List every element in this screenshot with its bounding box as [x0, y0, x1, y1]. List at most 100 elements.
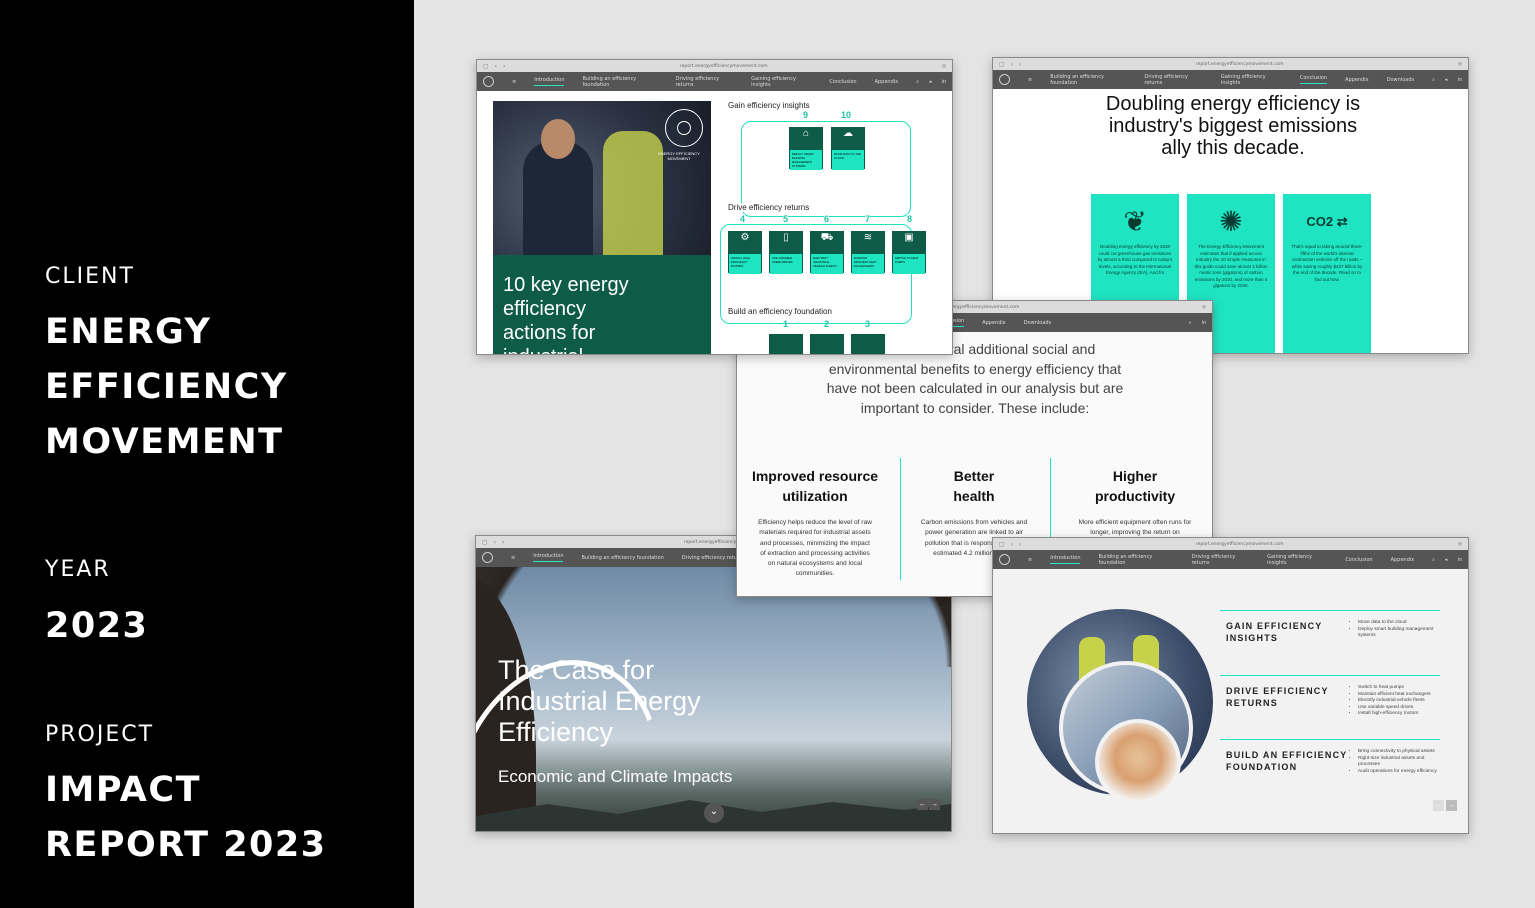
site-nav: ≡ Introduction Building an efficiency fo… — [477, 72, 952, 91]
benefit-title: Better health — [953, 468, 995, 504]
nav-introduction[interactable]: Introduction — [534, 77, 565, 86]
share-icon[interactable]: ◂ — [929, 79, 932, 85]
nav-appendix[interactable]: Appendix — [875, 79, 899, 85]
step-number: 9 — [803, 110, 809, 120]
address-bar[interactable]: report.energyefficiencymovement.com — [511, 64, 936, 69]
nav-insights[interactable]: Gaining efficiency insights — [1221, 74, 1282, 86]
linkedin-icon[interactable]: in — [1457, 557, 1462, 563]
action-card-label: MAINTAIN EFFICIENT HEAT EXCHANGERS — [852, 254, 884, 274]
nav-foundation[interactable]: Building an efficiency foundation — [1050, 74, 1126, 86]
nav-returns[interactable]: Driving efficiency returns — [1192, 554, 1250, 566]
share-icon[interactable]: ◎ — [1458, 62, 1462, 67]
nav-conclusion[interactable]: Conclusion — [1345, 557, 1372, 563]
menu-icon[interactable]: ≡ — [511, 555, 515, 561]
nav-downloads[interactable]: Downloads — [1387, 77, 1414, 83]
prev-arrow-button[interactable]: ← — [917, 799, 928, 810]
nav-downloads[interactable]: Downloads — [1024, 320, 1051, 326]
action-card[interactable] — [769, 334, 803, 354]
share-icon[interactable]: ◂ — [1445, 557, 1448, 563]
site-logo-icon[interactable] — [482, 552, 493, 563]
sidebar-icon[interactable]: ▢ — [999, 61, 1005, 68]
client-line-2: EFFICIENCY — [45, 367, 288, 407]
forward-icon[interactable]: › — [1019, 541, 1021, 548]
forward-icon[interactable]: › — [1019, 61, 1021, 68]
back-icon[interactable]: ‹ — [1011, 61, 1013, 68]
prev-arrow-button[interactable]: ← — [1433, 800, 1444, 811]
nav-foundation[interactable]: Building an efficiency foundation — [582, 76, 657, 88]
action-card[interactable]: ⛟ ELECTRIFY INDUSTRIAL VEHICLE FLEETS — [810, 231, 844, 274]
project-line-2: REPORT 2023 — [45, 825, 327, 865]
linkedin-icon[interactable]: in — [1457, 77, 1462, 83]
section-returns-title: Drive efficiency returns — [728, 203, 814, 212]
nav-introduction[interactable]: Introduction — [533, 553, 564, 562]
nav-conclusion[interactable]: Conclusion — [829, 79, 856, 85]
action-card[interactable]: ⚙ INSTALL HIGH EFFICIENCY MOTORS — [728, 231, 762, 274]
nav-insights[interactable]: Gaining efficiency insights — [1267, 554, 1327, 566]
share-icon[interactable]: ◎ — [1202, 305, 1206, 310]
search-icon[interactable]: ⌕ — [916, 79, 919, 85]
site-logo-icon[interactable] — [999, 74, 1010, 85]
back-icon[interactable]: ‹ — [1011, 541, 1013, 548]
action-card-label: SWITCH TO HEAT PUMPS — [893, 254, 925, 274]
site-logo-icon[interactable] — [999, 554, 1010, 565]
sidebar-icon[interactable]: ▢ — [999, 541, 1005, 548]
step-number: 4 — [740, 214, 746, 224]
next-arrow-button[interactable]: → — [929, 799, 940, 810]
menu-icon[interactable]: ≡ — [1028, 557, 1032, 563]
action-card[interactable] — [810, 334, 844, 354]
scroll-down-button[interactable]: ⌄ — [704, 803, 724, 823]
menu-icon[interactable]: ≡ — [1028, 77, 1032, 83]
share-icon[interactable]: ◎ — [942, 64, 946, 69]
back-icon[interactable]: ‹ — [494, 539, 496, 546]
search-icon[interactable]: ⌕ — [1432, 557, 1435, 563]
nav-foundation[interactable]: Building an efficiency foundation — [1098, 554, 1173, 566]
nav-insights[interactable]: Gaining efficiency insights — [751, 76, 811, 88]
nav-returns[interactable]: Driving efficiency returns — [1144, 74, 1202, 86]
next-arrow-button[interactable]: → — [1446, 800, 1457, 811]
sidebar-icon[interactable]: ▢ — [483, 63, 489, 70]
back-icon[interactable]: ‹ — [495, 63, 497, 70]
search-icon[interactable]: ⌕ — [1432, 77, 1435, 83]
linkedin-icon[interactable]: in — [1201, 320, 1206, 326]
nav-foundation[interactable]: Building an efficiency foundation — [581, 555, 663, 561]
house-icon: ⌂ — [790, 128, 822, 150]
search-icon[interactable]: ⌕ — [1189, 320, 1192, 326]
site-nav: ≡ Building an efficiency foundation Driv… — [993, 70, 1468, 89]
nav-appendix[interactable]: Appendix — [982, 320, 1006, 326]
share-icon[interactable]: ◂ — [1445, 77, 1448, 83]
nav-appendix[interactable]: Appendix — [1391, 557, 1415, 563]
action-card[interactable]: ≋ MAINTAIN EFFICIENT HEAT EXCHANGERS — [851, 231, 885, 274]
action-card[interactable] — [851, 334, 885, 354]
nav-returns[interactable]: Driving efficiency returns — [676, 76, 734, 88]
action-card[interactable]: ⌂ DEPLOY SMART BUILDING MANAGEMENT SYSTE… — [789, 127, 823, 170]
summary-heading: BUILD AN EFFICIENCY FOUNDATION — [1226, 750, 1348, 772]
action-card[interactable]: ▣ SWITCH TO HEAT PUMPS — [892, 231, 926, 274]
address-bar[interactable]: report.energyefficiencymovement.com — [1027, 62, 1452, 67]
hero-title-box: 10 key energy efficiency actions for ind… — [493, 255, 711, 354]
action-card[interactable]: ☁ MOVE DATA TO THE CLOUD — [831, 127, 865, 170]
step-number: 7 — [865, 214, 871, 224]
co2-label: CO2 — [1306, 214, 1334, 229]
address-bar[interactable]: report.energyefficiencymovement.com — [1027, 542, 1452, 547]
stat-card-text: That's equal to taking around three-fift… — [1291, 244, 1363, 282]
step-number: 5 — [783, 214, 789, 224]
nav-conclusion[interactable]: Conclusion — [1299, 75, 1328, 84]
step-number: 10 — [841, 110, 852, 120]
year-value: 2023 — [45, 606, 149, 646]
step-number: 8 — [907, 214, 913, 224]
menu-icon[interactable]: ≡ — [512, 79, 516, 85]
browser-toolbar: ▢ ‹ › report.energyefficiencymovement.com … — [993, 538, 1468, 550]
cloud-icon: ☁ — [832, 128, 864, 150]
browser-window-actions: ▢ ‹ › report.energyefficiencymovement.com … — [476, 59, 953, 355]
share-icon[interactable]: ◎ — [1458, 542, 1462, 547]
summary-bullets: Bring connectivity to physical assets Ri… — [1354, 749, 1444, 775]
nav-introduction[interactable]: Introduction — [1050, 555, 1081, 564]
forward-icon[interactable]: › — [503, 63, 505, 70]
action-card[interactable]: ▯ USE VARIABLE SPEED DRIVES — [769, 231, 803, 274]
motor-icon: ⚙ — [729, 232, 761, 254]
sidebar-icon[interactable]: ▢ — [482, 539, 488, 546]
forward-icon[interactable]: › — [502, 539, 504, 546]
linkedin-icon[interactable]: in — [941, 79, 946, 85]
nav-appendix[interactable]: Appendix — [1345, 77, 1369, 83]
site-logo-icon[interactable] — [483, 76, 494, 87]
